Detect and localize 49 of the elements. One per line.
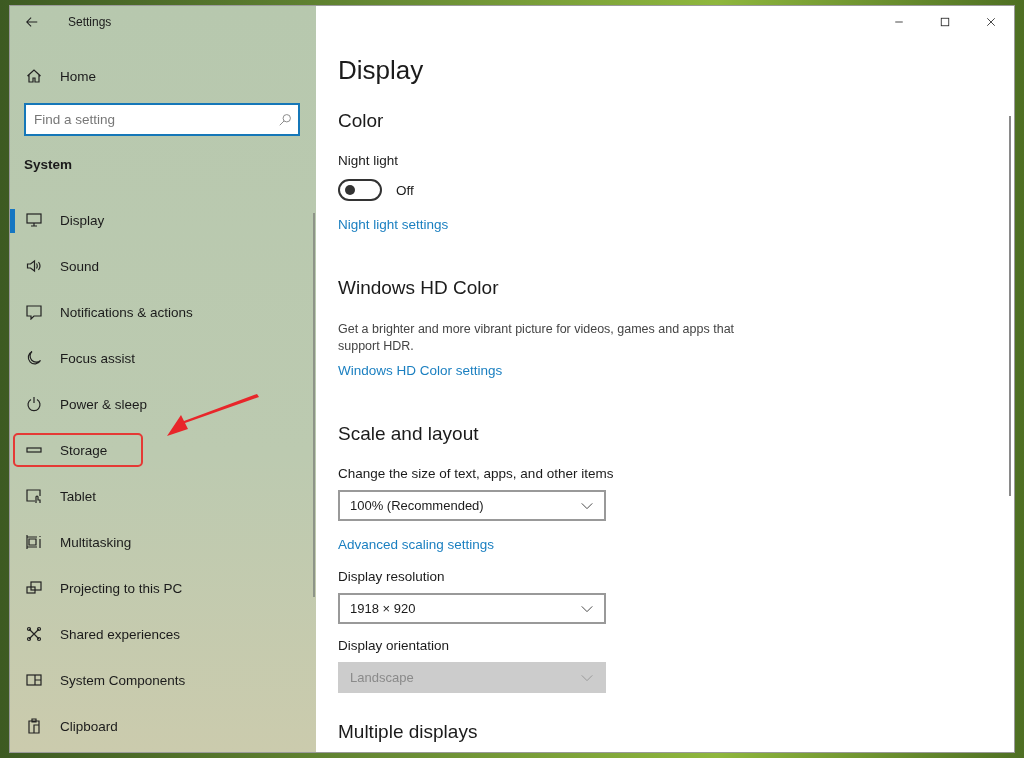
settings-link[interactable]: Advanced scaling settings [338, 535, 495, 555]
nav-item[interactable]: Sound [10, 243, 110, 289]
dropdown[interactable]: 100% (Recommended) [338, 490, 606, 521]
maximize-icon [939, 16, 951, 28]
nav-item[interactable]: Notifications & actions [10, 289, 203, 335]
power-icon [26, 396, 42, 412]
nav-item[interactable]: Display [10, 197, 115, 243]
nav-item[interactable]: Shared experiences [10, 611, 191, 657]
moon-icon [26, 350, 42, 366]
nav-item[interactable]: Multitasking [10, 519, 142, 565]
speech-bubble-icon [26, 304, 42, 320]
setting-label: Display orientation [338, 637, 451, 655]
settings-link[interactable]: Windows HD Color settings [338, 361, 503, 381]
home-nav-item[interactable]: Home [10, 53, 300, 99]
windows-stack-icon [26, 534, 42, 550]
nav-item[interactable]: Projecting to this PC [10, 565, 193, 611]
screens-icon [26, 580, 42, 596]
house-icon [26, 68, 42, 84]
monitor-icon [26, 212, 42, 228]
panel-icon [26, 672, 42, 688]
page-title: Display [338, 54, 425, 86]
nav-item[interactable]: Storage [10, 427, 146, 473]
section-heading: Color [338, 109, 385, 133]
description-text: Get a brighter and more vibrant picture for videos, games and apps that support HDR. [338, 321, 736, 355]
nav-item[interactable]: Power & sleep [10, 381, 158, 427]
window-title: Settings [68, 15, 112, 29]
toggle-state: Off [396, 182, 414, 198]
search-field[interactable]: Find a setting [24, 103, 300, 136]
nav-item[interactable]: Focus assist [10, 335, 146, 381]
section-heading: Scale and layout [338, 422, 480, 446]
setting-label: Change the size of text, apps, and other items [338, 465, 615, 483]
settings-link[interactable]: Night light settings [338, 215, 449, 235]
toggle-switch[interactable] [338, 179, 382, 201]
section-heading: Multiple displays [338, 720, 479, 744]
nav-item[interactable]: Tablet [10, 473, 107, 519]
nodes-icon [26, 626, 42, 642]
section-heading: System [24, 156, 74, 174]
search-icon [278, 113, 292, 127]
back-arrow-icon [25, 15, 39, 29]
nav-item[interactable]: System Components [10, 657, 196, 703]
nav-item[interactable]: Clipboard [10, 703, 128, 749]
close-icon [985, 16, 997, 28]
clipboard-icon [26, 718, 42, 734]
tablet-icon [26, 488, 42, 504]
section-heading: Windows HD Color [338, 276, 500, 300]
setting-label: Night light [338, 152, 400, 170]
dropdown[interactable]: 1918 × 920 [338, 593, 606, 624]
speaker-icon [26, 258, 42, 274]
setting-label: Display resolution [338, 568, 446, 586]
